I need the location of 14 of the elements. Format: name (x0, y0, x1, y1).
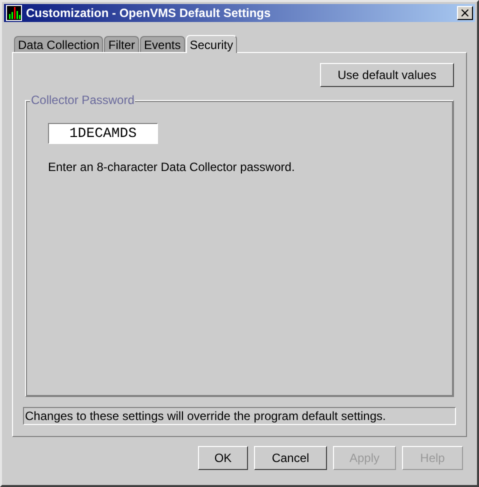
tab[interactable]: Events (140, 36, 185, 52)
group-title: Collector Password (30, 93, 136, 107)
close-button[interactable]: × (457, 6, 473, 20)
use-default-values-button[interactable]: Use default values (320, 63, 454, 87)
dialog-button[interactable]: Cancel (254, 446, 327, 470)
tab[interactable]: Security (186, 35, 238, 53)
status-text: Changes to these settings will override the program default settings. (23, 407, 456, 425)
password-field[interactable]: 1DECAMDS (48, 123, 158, 144)
tab[interactable]: Filter (104, 36, 140, 52)
window-title: Customization - OpenVMS Default Settings (26, 6, 272, 20)
dialog-button[interactable]: OK (198, 446, 248, 470)
hint-text: Enter an 8-character Data Collector password. (48, 160, 295, 174)
tab[interactable]: Data Collection (14, 36, 104, 52)
bar-chart-icon (6, 5, 22, 21)
